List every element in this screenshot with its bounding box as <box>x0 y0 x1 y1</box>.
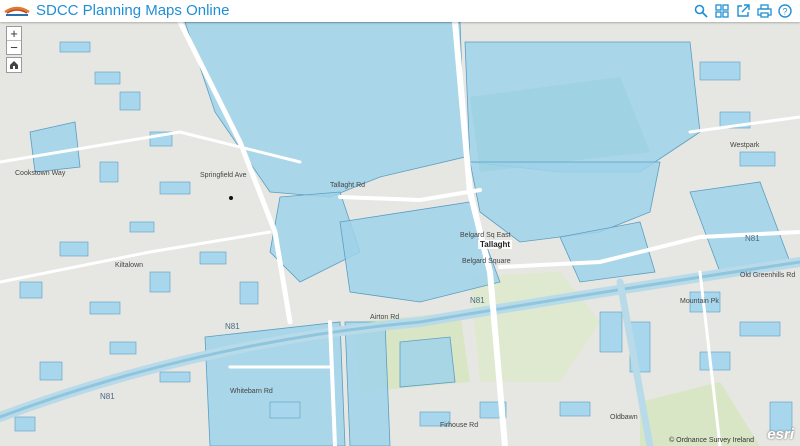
help-button[interactable]: ? <box>776 2 794 20</box>
street-label: Cookstown Way <box>15 170 66 177</box>
street-label: Mountain Pk <box>680 298 719 305</box>
help-icon: ? <box>778 4 792 18</box>
toolbar: ? <box>692 2 794 20</box>
street-label: Firhouse Rd <box>440 422 479 429</box>
road-label-n81-east: N81 <box>470 296 485 305</box>
street-label: Belgard Sq East <box>460 232 511 239</box>
street-label: Springfield Ave <box>200 172 247 179</box>
road-label-n81-west: N81 <box>100 392 115 401</box>
zoom-out-button[interactable]: − <box>7 40 21 54</box>
esri-logo: esri <box>767 426 794 443</box>
share-button[interactable] <box>734 2 752 20</box>
map-view[interactable]: Tallaght N81 N81 N81 N81 Belgard Square … <box>0 22 800 446</box>
zoom-control: + − <box>6 26 22 55</box>
home-icon <box>10 61 18 69</box>
street-label: Oldbawn <box>610 414 638 421</box>
street-label: Old Greenhills Rd <box>740 272 796 279</box>
street-label: Kiltalown <box>115 262 144 269</box>
print-button[interactable] <box>755 2 773 20</box>
map-attribution: © Ordnance Survey Ireland <box>669 437 754 444</box>
zoom-in-button[interactable]: + <box>7 27 21 40</box>
street-label: Airton Rd <box>370 314 400 321</box>
app-title: SDCC Planning Maps Online <box>36 2 230 19</box>
share-icon <box>737 4 750 17</box>
app-header: SDCC Planning Maps Online ? <box>0 0 800 22</box>
search-button[interactable] <box>692 2 710 20</box>
place-label-tallaght: Tallaght <box>478 240 513 249</box>
svg-text:?: ? <box>782 7 787 17</box>
home-button[interactable] <box>6 57 22 73</box>
street-label: Tallaght Rd <box>330 182 366 189</box>
street-label: Whitebarn Rd <box>230 388 273 395</box>
search-icon <box>694 4 708 18</box>
road-label-n81-center: N81 <box>225 322 240 331</box>
map-canvas[interactable] <box>0 22 800 446</box>
street-label: Westpark <box>730 142 760 149</box>
apps-button[interactable] <box>713 2 731 20</box>
apps-grid-icon <box>715 4 729 18</box>
sdcc-logo <box>3 2 31 18</box>
road-label-n81-south: N81 <box>745 234 760 243</box>
street-label: Belgard Square <box>462 258 511 265</box>
print-icon <box>756 4 772 18</box>
